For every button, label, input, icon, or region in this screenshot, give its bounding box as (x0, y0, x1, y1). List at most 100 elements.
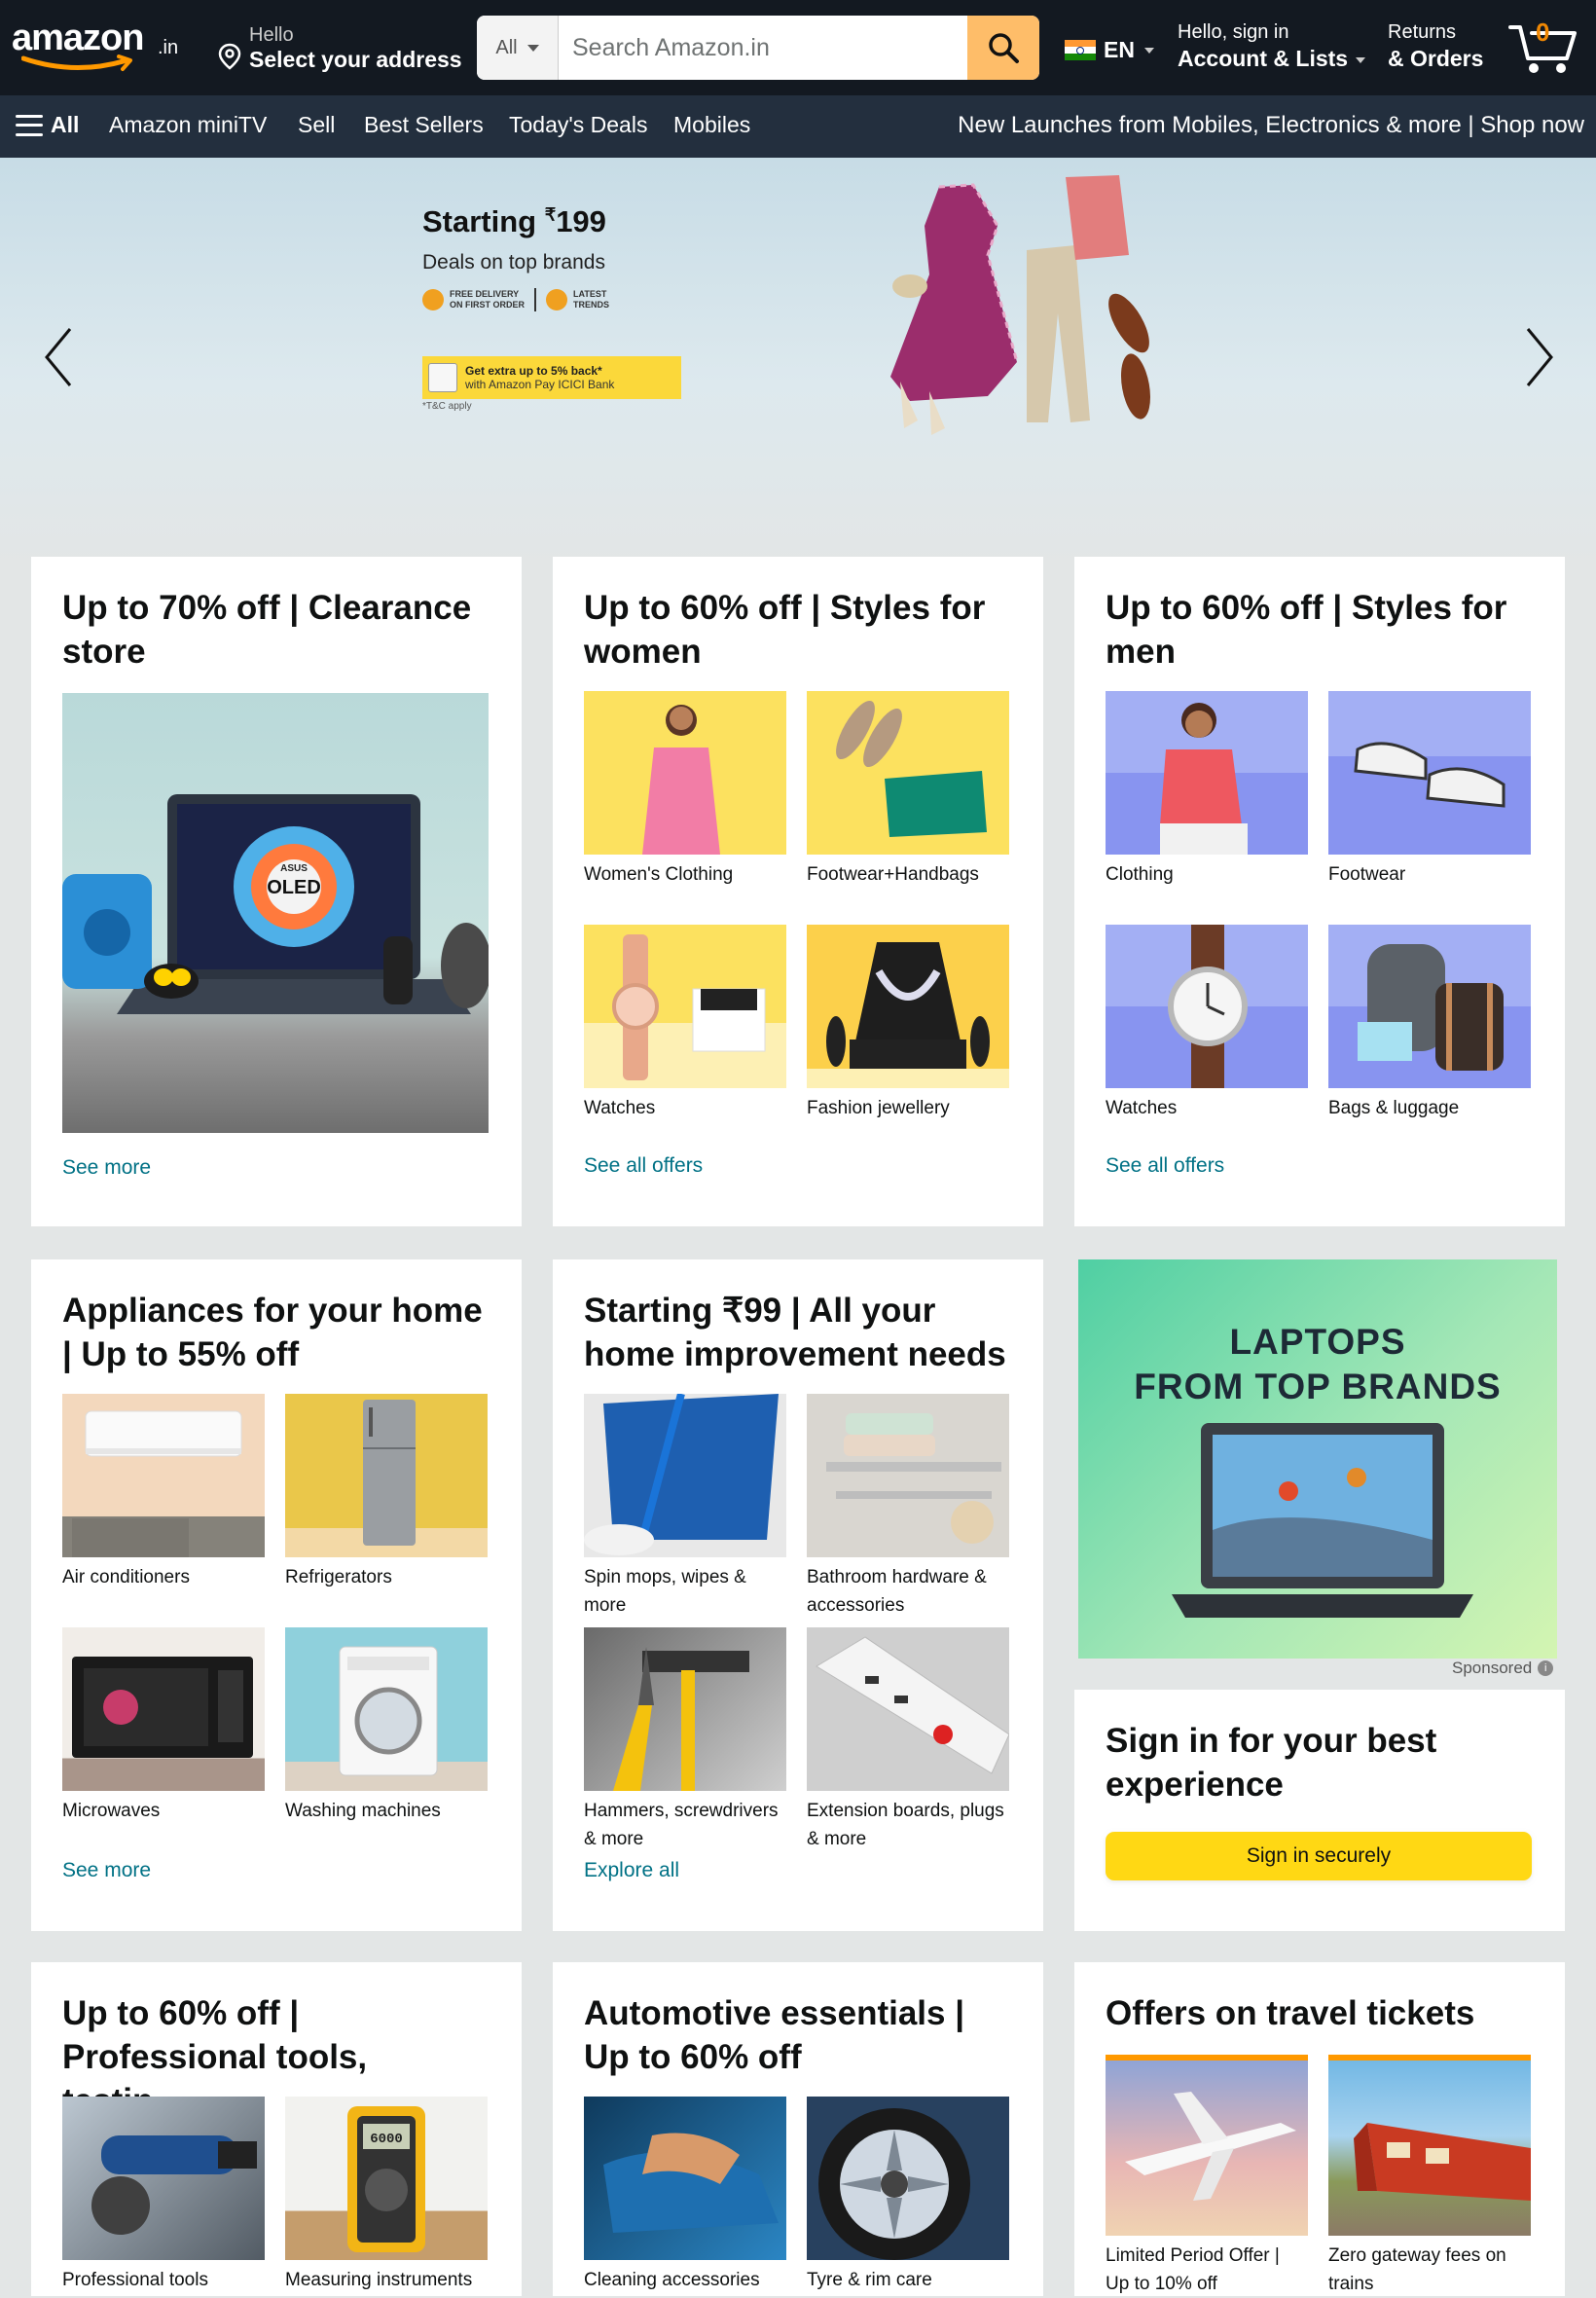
tile-extension-boards[interactable]: Extension boards, plugs & more (807, 1627, 1009, 1853)
hero-fashion-products-image (890, 175, 1150, 435)
hand-tools-image (584, 1627, 786, 1791)
language-selector[interactable]: EN (1065, 37, 1154, 63)
trend-icon (546, 289, 568, 310)
info-icon[interactable]: i (1538, 1660, 1554, 1676)
tile-hammers-screwdrivers[interactable]: Hammers, screwdrivers & more (584, 1627, 786, 1853)
tile-label: Bags & luggage (1328, 1098, 1460, 1118)
perk2-line2: TRENDS (573, 300, 610, 310)
card-title: Appliances for your home | Up to 55% off (62, 1292, 483, 1373)
tile-train-offer[interactable]: Zero gateway fees on trains (1328, 2055, 1531, 2298)
search-button[interactable] (967, 16, 1039, 80)
sponsored-laptops-ad[interactable]: LAPTOPS FROM TOP BRANDS (1078, 1259, 1557, 1659)
returns-and-orders[interactable]: Returns & Orders (1388, 21, 1483, 72)
tile-fashion-jewellery[interactable]: Fashion jewellery (807, 925, 1009, 1122)
tile-footwear-handbags[interactable]: Footwear+Handbags (807, 691, 1009, 889)
card-appliances: Appliances for your home | Up to 55% off… (31, 1259, 522, 1931)
tile-professional-tools[interactable]: Professional tools (62, 2097, 265, 2294)
nav-link-todays-deals[interactable]: Today's Deals (509, 112, 647, 138)
all-menu-button[interactable]: All (16, 112, 79, 138)
card-title: Automotive essentials | Up to 60% off (584, 1994, 965, 2076)
amazon-logo[interactable]: amazon .in (12, 18, 197, 76)
see-more-link[interactable]: See more (62, 1859, 151, 1882)
nav-promo-link[interactable]: New Launches from Mobiles, Electronics &… (958, 112, 1584, 139)
tile-refrigerators[interactable]: Refrigerators (285, 1394, 488, 1591)
bank-offer-banner: Get extra up to 5% back* with Amazon Pay … (422, 356, 681, 399)
cart-button[interactable]: 0 (1506, 14, 1584, 78)
tile-spin-mops[interactable]: Spin mops, wipes & more (584, 1394, 786, 1620)
search-category-dropdown[interactable]: All (477, 16, 559, 80)
tile-men-clothing[interactable]: Clothing (1106, 691, 1308, 889)
tile-flight-offer[interactable]: Limited Period Offer | Up to 10% off (1106, 2055, 1308, 2298)
tile-tyre-rim-care[interactable]: Tyre & rim care (807, 2097, 1009, 2294)
tile-label: Bathroom hardware & accessories (807, 1567, 987, 1616)
tile-bags-luggage[interactable]: Bags & luggage (1328, 925, 1531, 1122)
meter-reading: 6000 (370, 2132, 403, 2147)
search-input[interactable] (559, 16, 967, 80)
hero-currency: ₹ (544, 204, 557, 225)
tile-measuring-instruments[interactable]: 6000 Measuring instruments (285, 2097, 488, 2294)
tile-label: Washing machines (285, 1801, 441, 1821)
tile-men-footwear[interactable]: Footwear (1328, 691, 1531, 889)
tile-label: Zero gateway fees on trains (1328, 2245, 1506, 2294)
nav-link-best-sellers[interactable]: Best Sellers (364, 112, 484, 138)
nav-link-minitv[interactable]: Amazon miniTV (109, 112, 267, 138)
card-title: Starting ₹99 | All your home improvement… (584, 1292, 1006, 1373)
tile-label: Women's Clothing (584, 864, 734, 885)
see-all-offers-link[interactable]: See all offers (584, 1154, 703, 1178)
tile-cleaning-accessories[interactable]: Cleaning accessories (584, 2097, 786, 2294)
tile-womens-clothing[interactable]: Women's Clothing (584, 691, 786, 889)
flight-image (1106, 2055, 1308, 2236)
delivery-address-selector[interactable]: Hello Select your address (218, 21, 462, 76)
tile-men-watches[interactable]: Watches (1106, 925, 1308, 1122)
tile-women-watches[interactable]: Watches (584, 925, 786, 1122)
carousel-prev-icon[interactable] (39, 323, 78, 391)
see-more-link[interactable]: See more (62, 1156, 151, 1180)
card-travel-tickets: Offers on travel tickets Limited Period … (1074, 1962, 1565, 2296)
see-all-offers-link[interactable]: See all offers (1106, 1154, 1224, 1178)
search-bar: All (477, 16, 1039, 80)
carousel-next-icon[interactable] (1520, 323, 1559, 391)
multimeter-image: 6000 (285, 2097, 488, 2260)
oled-brand-text: ASUS (280, 863, 308, 874)
perk2-line1: LATEST (573, 289, 607, 299)
fashion-jewellery-image (807, 925, 1009, 1088)
ad-title-line1: LAPTOPS (1229, 1322, 1406, 1362)
tile-microwaves[interactable]: Microwaves (62, 1627, 265, 1825)
nav-link-sell[interactable]: Sell (298, 112, 335, 138)
card-title: Offers on travel tickets (1106, 1994, 1475, 2032)
hero-price-prefix: Starting (422, 204, 545, 238)
card-styles-women: Up to 60% off | Styles for women Women's… (553, 557, 1043, 1226)
explore-all-link[interactable]: Explore all (584, 1859, 679, 1882)
card-clearance-store: Up to 70% off | Clearance store ASUS OLE… (31, 557, 522, 1226)
tile-label: Measuring instruments (285, 2270, 473, 2290)
location-pin-icon (218, 43, 241, 70)
tile-bathroom-hardware[interactable]: Bathroom hardware & accessories (807, 1394, 1009, 1620)
tile-label: Watches (584, 1098, 656, 1118)
account-and-lists[interactable]: Hello, sign in Account & Lists (1178, 21, 1366, 72)
nav-link-mobiles[interactable]: Mobiles (673, 112, 750, 138)
clearance-laptop-image[interactable]: ASUS OLED (62, 693, 489, 1133)
sponsored-text: Sponsored (1452, 1659, 1533, 1677)
address-prompt: Select your address (249, 47, 462, 72)
tile-label: Spin mops, wipes & more (584, 1567, 746, 1616)
footwear-handbags-image (807, 691, 1009, 855)
ad-title-line2: FROM TOP BRANDS (1134, 1367, 1502, 1406)
tile-label: Air conditioners (62, 1567, 190, 1587)
hero-carousel[interactable]: Starting ₹199 Deals on top brands FREE D… (0, 158, 1596, 566)
account-label: Account & Lists (1178, 46, 1349, 71)
credit-card-icon (428, 363, 457, 392)
tile-label: Microwaves (62, 1801, 161, 1821)
tyre-rim-image (807, 2097, 1009, 2260)
all-menu-label: All (51, 112, 80, 137)
tile-label: Footwear+Handbags (807, 864, 979, 885)
logo-wordmark: amazon (12, 18, 144, 58)
men-footwear-image (1328, 691, 1531, 855)
tile-label: Extension boards, plugs & more (807, 1801, 1004, 1849)
cart-count: 0 (1536, 18, 1550, 47)
chevron-down-icon (1143, 47, 1154, 54)
tile-washing-machines[interactable]: Washing machines (285, 1627, 488, 1825)
account-greeting: Hello, sign in (1178, 21, 1289, 43)
logo-smile-icon (21, 55, 132, 71)
sign-in-button[interactable]: Sign in securely (1106, 1832, 1532, 1880)
tile-air-conditioners[interactable]: Air conditioners (62, 1394, 265, 1591)
